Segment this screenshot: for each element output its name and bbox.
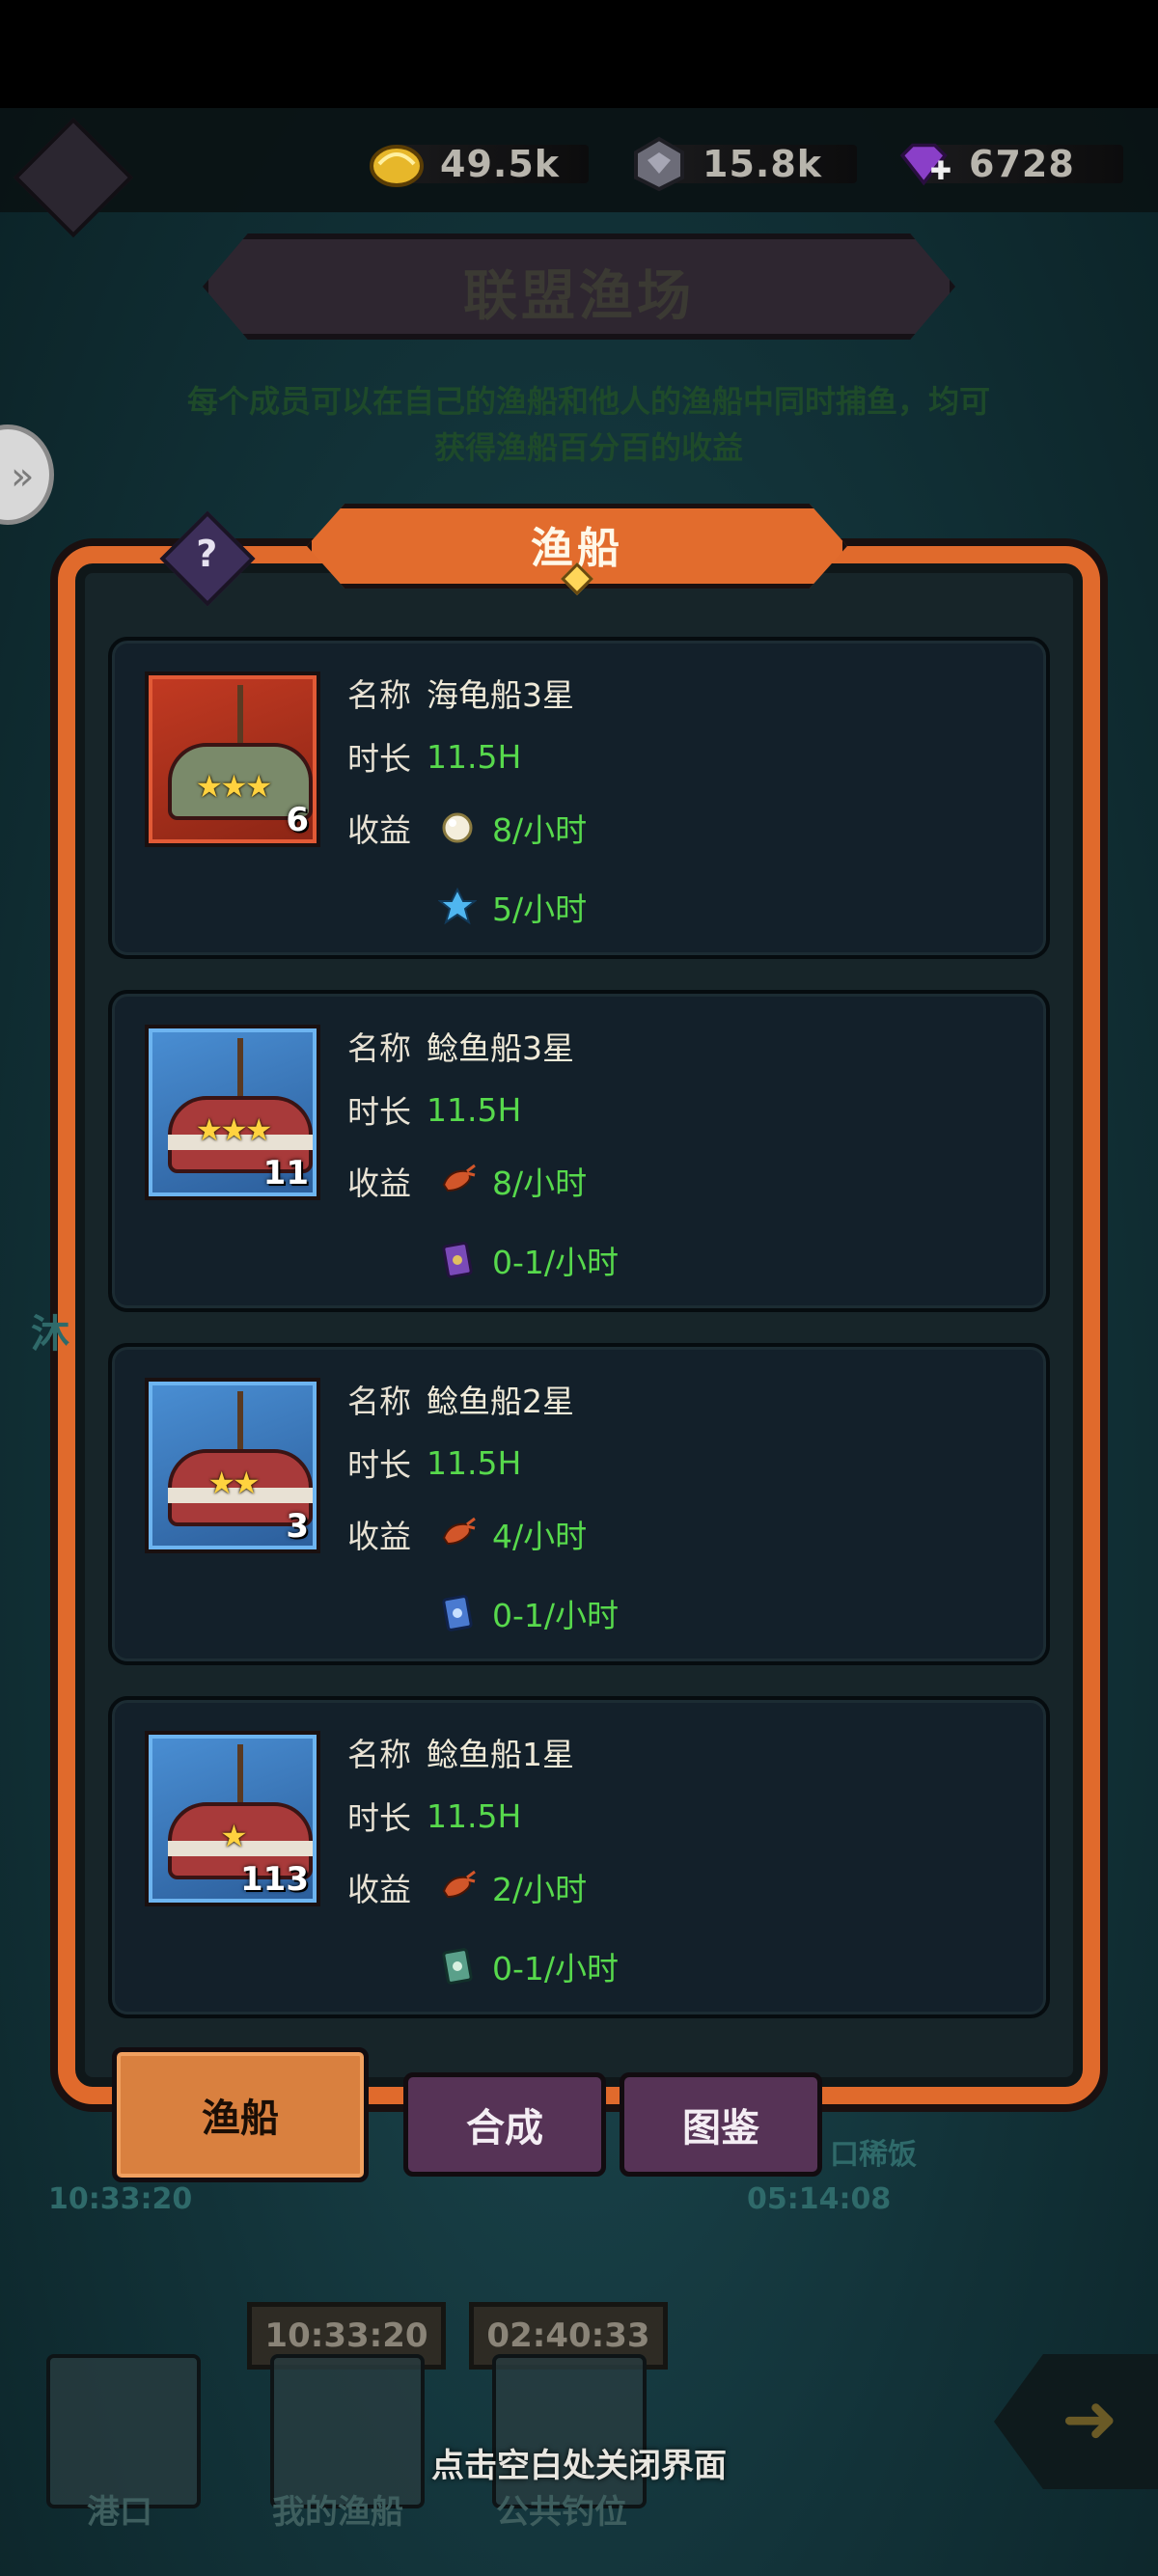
double-chevron-icon: » bbox=[11, 454, 35, 499]
blue-crystal-icon bbox=[436, 886, 479, 928]
boat-name: 海龟船3星 bbox=[427, 676, 574, 714]
duration-row: 时长 11.5H bbox=[347, 1796, 522, 1838]
bg-player-name: 口稀饭 bbox=[830, 2138, 917, 2172]
boat-count: 11 bbox=[262, 1154, 309, 1192]
boat-duration: 11.5H bbox=[427, 737, 522, 776]
name-row: 名称 海龟船3星 bbox=[347, 670, 574, 716]
purple-card-icon bbox=[436, 1239, 479, 1281]
gold-currency[interactable]: 49.5k bbox=[367, 137, 589, 191]
harbor-label: 港口 bbox=[87, 2493, 152, 2532]
star-rating: ★★★ bbox=[195, 1111, 272, 1148]
blue-card-icon bbox=[436, 1592, 479, 1634]
boat-card[interactable]: ★ 113 名称 鲶鱼船1星 时长 11.5H 收益 2/小时 0-1/小时 bbox=[108, 1696, 1050, 2018]
status-bar-area bbox=[0, 0, 1158, 108]
duration-row: 时长 11.5H bbox=[347, 1443, 522, 1485]
name-row: 名称 鲶鱼船2星 bbox=[347, 1376, 574, 1422]
boat-count: 3 bbox=[286, 1507, 309, 1546]
bg-timer-left: 10:33:20 bbox=[48, 2182, 193, 2216]
income-row-2: 0-1/小时 bbox=[427, 1943, 619, 1989]
income-value: 2/小时 bbox=[492, 1871, 588, 1908]
boat-count: 113 bbox=[240, 1860, 309, 1899]
income-value: 4/小时 bbox=[492, 1518, 588, 1555]
boat-card[interactable]: ★★★ 11 名称 鲶鱼船3星 时长 11.5H 收益 8/小时 0-1/小时 bbox=[108, 990, 1050, 1312]
name-row: 名称 鲶鱼船3星 bbox=[347, 1023, 574, 1069]
purple-diamond-plus-icon bbox=[896, 134, 955, 194]
boat-name: 鲶鱼船1星 bbox=[427, 1736, 574, 1773]
boat-thumbnail: ★★★ 11 bbox=[145, 1025, 320, 1200]
income-row-2: 0-1/小时 bbox=[427, 1237, 619, 1283]
top-hud: 49.5k 15.8k 6728 bbox=[0, 108, 1158, 238]
boat-count: 6 bbox=[286, 801, 309, 839]
boat-thumbnail: ★★★ 6 bbox=[145, 671, 320, 847]
star-rating: ★★★ bbox=[195, 768, 272, 805]
green-card-icon bbox=[436, 1945, 479, 1987]
star-rating: ★★ bbox=[207, 1465, 260, 1501]
income-row: 收益 8/小时 bbox=[347, 805, 587, 851]
income-value: 8/小时 bbox=[492, 1165, 588, 1202]
gold-shell-icon bbox=[367, 134, 427, 194]
public-spot-label: 公共钓位 bbox=[496, 2493, 627, 2532]
bg-player-char: 沐 bbox=[31, 1312, 69, 1357]
tab-boat[interactable]: 渔船 bbox=[112, 2047, 369, 2182]
question-icon: ? bbox=[196, 533, 218, 576]
shrimp-icon bbox=[436, 1160, 479, 1202]
page-subtitle: 每个成员可以在自己的渔船和他人的渔船中同时捕鱼，均可获得渔船百分百的收益 bbox=[186, 383, 990, 466]
diamond-value: 6728 bbox=[969, 143, 1075, 185]
name-row: 名称 鲶鱼船1星 bbox=[347, 1729, 574, 1775]
income-row: 收益 2/小时 bbox=[347, 1864, 587, 1910]
income-row: 收益 8/小时 bbox=[347, 1158, 587, 1204]
income-row: 收益 4/小时 bbox=[347, 1511, 587, 1557]
gold-value: 49.5k bbox=[440, 143, 561, 185]
bg-timer-right: 05:14:08 bbox=[747, 2182, 892, 2216]
silver-currency[interactable]: 15.8k bbox=[629, 134, 857, 194]
boat-card[interactable]: ★★ 3 名称 鲶鱼船2星 时长 11.5H 收益 4/小时 0-1/小时 bbox=[108, 1343, 1050, 1665]
boat-name: 鲶鱼船3星 bbox=[427, 1029, 574, 1067]
income-row-2: 5/小时 bbox=[427, 884, 587, 930]
star-rating: ★ bbox=[220, 1818, 248, 1854]
income-value: 5/小时 bbox=[492, 891, 588, 928]
boat-duration: 11.5H bbox=[427, 1443, 522, 1482]
boat-thumbnail: ★ 113 bbox=[145, 1731, 320, 1906]
duration-row: 时长 11.5H bbox=[347, 737, 522, 779]
menu-diamond-icon[interactable] bbox=[13, 117, 134, 238]
income-value: 0-1/小时 bbox=[492, 1597, 620, 1634]
pearl-icon bbox=[436, 807, 479, 849]
diamond-currency[interactable]: 6728 bbox=[896, 137, 1123, 191]
income-value: 0-1/小时 bbox=[492, 1244, 620, 1281]
boat-card[interactable]: ★★★ 6 名称 海龟船3星 时长 11.5H 收益 8/小时 5/小时 bbox=[108, 637, 1050, 959]
shrimp-icon bbox=[436, 1513, 479, 1555]
boat-duration: 11.5H bbox=[427, 1090, 522, 1129]
boat-duration: 11.5H bbox=[427, 1796, 522, 1835]
income-value: 8/小时 bbox=[492, 811, 588, 849]
game-scene[interactable]: 49.5k 15.8k 6728 联盟渔场 每个成员可以在自己的渔船和他人的渔船… bbox=[0, 0, 1158, 2576]
duration-row: 时长 11.5H bbox=[347, 1090, 522, 1132]
income-row-2: 0-1/小时 bbox=[427, 1590, 619, 1636]
boat-name: 鲶鱼船2星 bbox=[427, 1383, 574, 1420]
boat-thumbnail: ★★ 3 bbox=[145, 1378, 320, 1553]
tab-codex[interactable]: 图鉴 bbox=[620, 2072, 822, 2177]
silver-value: 15.8k bbox=[703, 143, 823, 185]
close-hint[interactable]: 点击空白处关闭界面 bbox=[0, 2439, 1158, 2486]
tab-synth[interactable]: 合成 bbox=[403, 2072, 606, 2177]
silver-gem-icon bbox=[629, 134, 689, 194]
side-expand-button[interactable]: » bbox=[0, 425, 54, 525]
shrimp-icon bbox=[436, 1866, 479, 1908]
my-boat-label: 我的渔船 bbox=[272, 2493, 403, 2532]
income-value: 0-1/小时 bbox=[492, 1950, 620, 1987]
page-title: 联盟渔场 bbox=[463, 265, 695, 328]
